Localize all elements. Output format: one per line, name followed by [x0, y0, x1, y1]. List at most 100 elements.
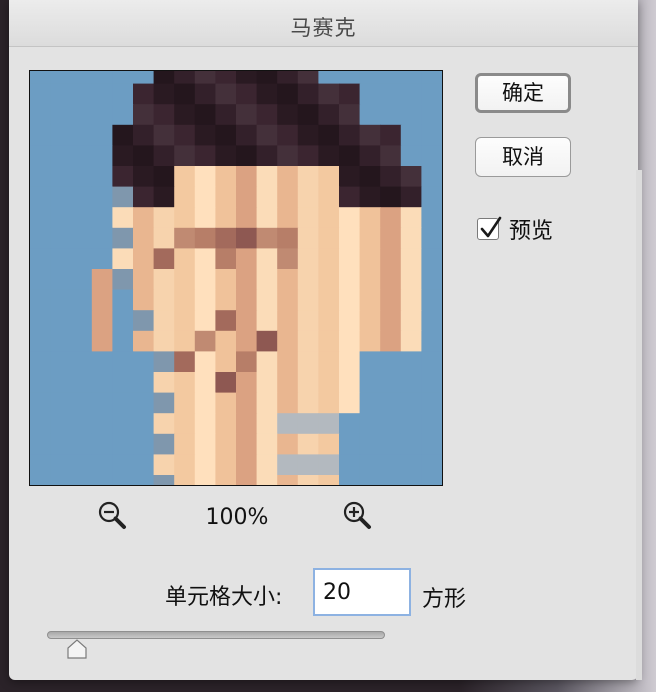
mosaic-cell: [174, 207, 196, 229]
mosaic-cell: [133, 351, 155, 373]
mosaic-cell: [359, 145, 381, 167]
mosaic-cell: [30, 310, 52, 332]
mosaic-cell: [339, 330, 361, 352]
mosaic-cell: [153, 227, 175, 249]
mosaic-cell: [400, 310, 422, 332]
cell-size-slider-track[interactable]: [47, 631, 385, 639]
mosaic-cell: [339, 124, 361, 146]
mosaic-cell: [421, 454, 442, 476]
mosaic-cell: [30, 433, 52, 455]
mosaic-cell: [400, 248, 422, 270]
mosaic-cell: [112, 124, 134, 146]
mosaic-cell: [194, 186, 216, 208]
mosaic-cell: [318, 104, 340, 126]
mosaic-cell: [30, 269, 52, 291]
mosaic-cell: [318, 186, 340, 208]
mosaic-preview-image[interactable]: [29, 70, 443, 486]
mosaic-cell: [153, 454, 175, 476]
mosaic-cell: [30, 227, 52, 249]
mosaic-cell: [174, 71, 196, 85]
ok-button[interactable]: 确定: [475, 73, 571, 113]
mosaic-cell: [236, 330, 258, 352]
cancel-button[interactable]: 取消: [475, 137, 571, 177]
mosaic-cell: [71, 83, 93, 105]
mosaic-cell: [153, 166, 175, 188]
cell-size-unit: 方形: [422, 587, 467, 612]
mosaic-cell: [318, 124, 340, 146]
zoom-in-icon[interactable]: [342, 500, 374, 532]
mosaic-cell: [400, 413, 422, 435]
mosaic-cell: [91, 372, 113, 394]
mosaic-cell: [400, 351, 422, 373]
mosaic-cell: [174, 124, 196, 146]
mosaic-cell: [91, 207, 113, 229]
mosaic-cell: [339, 145, 361, 167]
mosaic-cell: [318, 413, 340, 435]
mosaic-cell: [236, 475, 258, 485]
mosaic-cell: [112, 330, 134, 352]
mosaic-cell: [153, 71, 175, 85]
mosaic-cell: [339, 310, 361, 332]
mosaic-cell: [30, 166, 52, 188]
mosaic-cell: [215, 392, 237, 414]
mosaic-cell: [112, 454, 134, 476]
mosaic-cell: [153, 289, 175, 311]
mosaic-cell: [133, 227, 155, 249]
mosaic-cell: [91, 475, 113, 485]
mosaic-cell: [339, 269, 361, 291]
mosaic-cell: [112, 186, 134, 208]
preview-checkbox[interactable]: [477, 216, 502, 240]
mosaic-cell: [277, 166, 299, 188]
mosaic-cell: [339, 227, 361, 249]
mosaic-cell: [318, 454, 340, 476]
mosaic-cell: [215, 433, 237, 455]
title-bar[interactable]: 马赛克: [9, 0, 638, 47]
background-scrollbar: [636, 170, 642, 680]
mosaic-cell: [30, 207, 52, 229]
mosaic-cell: [359, 83, 381, 105]
mosaic-cell: [318, 372, 340, 394]
mosaic-cell: [71, 289, 93, 311]
mosaic-cell: [380, 227, 402, 249]
mosaic-cell: [50, 433, 72, 455]
preview-toggle[interactable]: 预览: [477, 213, 553, 245]
mosaic-cell: [91, 289, 113, 311]
mosaic-cell: [194, 413, 216, 435]
mosaic-cell: [236, 104, 258, 126]
mosaic-cell: [30, 454, 52, 476]
mosaic-cell: [236, 310, 258, 332]
mosaic-cell: [421, 71, 442, 85]
mosaic-cell: [277, 289, 299, 311]
mosaic-cell: [400, 207, 422, 229]
mosaic-cell: [380, 207, 402, 229]
mosaic-cell: [215, 83, 237, 105]
mosaic-cell: [30, 351, 52, 373]
mosaic-cell: [91, 186, 113, 208]
mosaic-cell: [194, 104, 216, 126]
mosaic-cell: [71, 104, 93, 126]
mosaic-cell: [91, 83, 113, 105]
mosaic-cell: [30, 289, 52, 311]
zoom-out-icon[interactable]: [97, 500, 129, 532]
cell-size-input[interactable]: [313, 568, 411, 616]
mosaic-cell: [297, 454, 319, 476]
mosaic-cell: [50, 186, 72, 208]
cell-size-slider-thumb[interactable]: [66, 638, 88, 660]
mosaic-cell: [215, 475, 237, 485]
mosaic-cell: [236, 227, 258, 249]
mosaic-cell: [174, 413, 196, 435]
mosaic-cell: [30, 372, 52, 394]
mosaic-cell: [153, 330, 175, 352]
mosaic-cell: [318, 433, 340, 455]
mosaic-cell: [256, 330, 278, 352]
mosaic-cell: [339, 392, 361, 414]
mosaic-cell: [277, 83, 299, 105]
mosaic-cell: [91, 351, 113, 373]
preview-label: 预览: [509, 219, 554, 244]
mosaic-cell: [380, 71, 402, 85]
mosaic-cell: [277, 248, 299, 270]
mosaic-cell: [380, 124, 402, 146]
mosaic-cell: [380, 330, 402, 352]
mosaic-cell: [421, 413, 442, 435]
mosaic-cell: [153, 124, 175, 146]
